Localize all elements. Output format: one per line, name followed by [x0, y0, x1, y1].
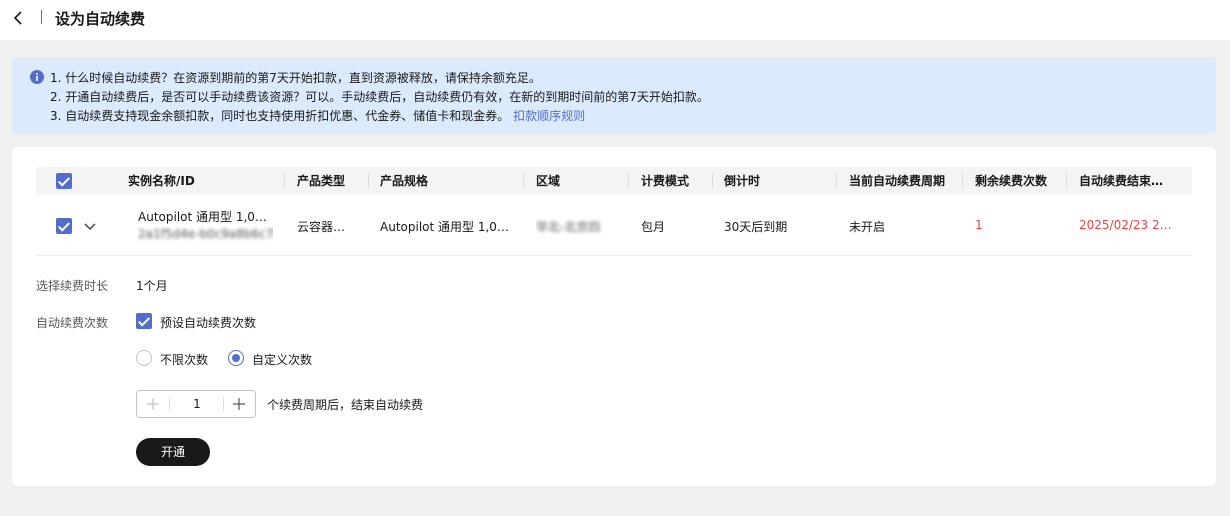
notice-line-1: 1. 什么时候自动续费？在资源到期前的第7天开始扣款，直到资源被释放，请保持余额…: [50, 71, 541, 85]
info-icon: [30, 70, 44, 84]
remaining-cell: 1: [975, 218, 983, 232]
duration-value: 1个月: [136, 279, 168, 293]
column-separator: [368, 173, 369, 189]
column-separator: [1066, 173, 1067, 189]
column-separator: [523, 173, 524, 189]
minus-icon: [147, 398, 159, 410]
th-countdown: 倒计时: [724, 174, 761, 188]
chevron-left-icon[interactable]: [10, 9, 28, 27]
enable-button[interactable]: 开通: [136, 438, 210, 466]
info-notice: 1. 什么时候自动续费？在资源到期前的第7天开始扣款，直到资源被释放，请保持余额…: [12, 57, 1216, 134]
preset-times-checkbox[interactable]: [136, 313, 152, 329]
stepper-suffix: 个续费周期后，结束自动续费: [267, 398, 424, 412]
table-header: 实例名称/ID 产品类型 产品规格 区域 计费模式 倒计时 当前自动续费周期 剩…: [36, 167, 1192, 195]
instance-name: Autopilot 通用型 1,000…: [138, 210, 273, 224]
page-title: 设为自动续费: [55, 10, 146, 28]
th-billing: 计费模式: [641, 174, 690, 188]
column-separator: [712, 173, 713, 189]
select-all-checkbox[interactable]: [56, 173, 72, 189]
increment-button[interactable]: [223, 391, 255, 417]
page-header: 设为自动续费: [0, 0, 1230, 41]
period-cell: 未开启: [849, 220, 886, 234]
renewal-times-stepper: 1: [136, 390, 256, 418]
th-period: 当前自动续费周期: [849, 174, 946, 188]
chevron-down-icon[interactable]: [81, 217, 99, 235]
billing-cell: 包月: [641, 220, 666, 234]
plus-icon: [233, 398, 245, 410]
countdown-cell: 30天后到期: [724, 220, 788, 235]
radio-custom-label: 自定义次数: [252, 353, 313, 367]
stepper-value[interactable]: 1: [170, 391, 224, 417]
th-end-time: 自动续费结束…: [1079, 174, 1164, 188]
times-label: 自动续费次数: [36, 316, 109, 330]
radio-custom[interactable]: [228, 350, 244, 366]
th-region: 区域: [536, 174, 561, 188]
radio-unlimited[interactable]: [136, 350, 152, 366]
column-separator: [628, 173, 629, 189]
header-divider: [41, 10, 42, 24]
notice-line-3: 3. 自动续费支持现金余额扣款，同时也支持使用折扣优惠、代金券、储值卡和现金券。…: [50, 107, 585, 124]
renewal-card: 实例名称/ID 产品类型 产品规格 区域 计费模式 倒计时 当前自动续费周期 剩…: [12, 147, 1216, 486]
notice-line-2: 2. 开通自动续费后，是否可以手动续费该资源？可以。手动续费后，自动续费仍有效，…: [50, 90, 709, 104]
decrement-button[interactable]: [137, 391, 169, 417]
product-type-cell: 云容器…: [297, 220, 346, 234]
row-divider: [36, 255, 1192, 256]
preset-times-label: 预设自动续费次数: [160, 316, 257, 330]
region-cell: 华北-北京四: [536, 220, 601, 234]
radio-unlimited-label: 不限次数: [160, 353, 209, 367]
th-instance: 实例名称/ID: [128, 174, 195, 188]
row-checkbox[interactable]: [56, 218, 72, 234]
duration-label: 选择续费时长: [36, 279, 109, 293]
column-separator: [284, 173, 285, 189]
th-remaining: 剩余续费次数: [975, 174, 1048, 188]
notice-line-3-text: 3. 自动续费支持现金余额扣款，同时也支持使用折扣优惠、代金券、储值卡和现金券。: [50, 109, 510, 123]
spec-cell: Autopilot 通用型 1,000…: [380, 220, 515, 234]
column-separator: [836, 173, 837, 189]
end-time-cell: 2025/02/23 23:…: [1079, 218, 1179, 232]
column-separator: [962, 173, 963, 189]
instance-id: 2a1f5d4e-b0c9a8b6c7f: [138, 227, 273, 241]
deduction-order-link[interactable]: 扣款顺序规则: [513, 109, 585, 123]
th-product-type: 产品类型: [297, 174, 346, 188]
th-spec: 产品规格: [380, 174, 429, 188]
